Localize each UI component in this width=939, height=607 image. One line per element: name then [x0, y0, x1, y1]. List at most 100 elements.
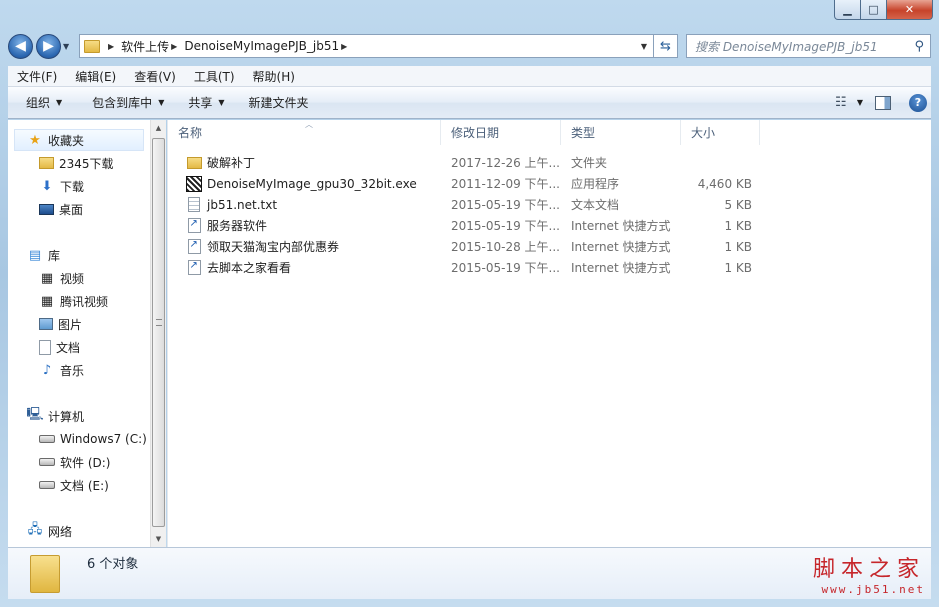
sidebar-item-libraries[interactable]: ▤ 库	[27, 244, 60, 266]
new-folder-button[interactable]: 新建文件夹	[239, 94, 319, 111]
drive-icon	[39, 458, 55, 466]
include-in-library-button[interactable]: 包含到库中 ▼	[82, 94, 174, 111]
sidebar-item-tencent-video[interactable]: ▦ 腾讯视频	[39, 290, 108, 312]
sidebar-item-favorites[interactable]: ★ 收藏夹	[14, 129, 144, 151]
file-row[interactable]: 破解补丁 2017-12-26 上午... 文件夹	[168, 152, 760, 173]
column-header-type[interactable]: 类型	[561, 120, 681, 145]
search-input[interactable]: 搜索 DenoiseMyImagePJB_jb51 ⚲	[686, 34, 931, 58]
column-header-name[interactable]: ︿ 名称	[168, 120, 441, 145]
sidebar-item-label: Windows7 (C:)	[60, 432, 147, 446]
minimize-button[interactable]: ▁	[834, 0, 861, 20]
file-row[interactable]: 去脚本之家看看 2015-05-19 下午... Internet 快捷方式 1…	[168, 257, 760, 278]
sidebar-item-label: 桌面	[59, 202, 84, 217]
sidebar-item-2345-downloads[interactable]: 2345下载	[39, 152, 114, 174]
shortcut-icon	[186, 260, 202, 276]
menu-tools[interactable]: 工具(T)	[185, 68, 244, 85]
search-icon[interactable]: ⚲	[914, 39, 924, 54]
explorer-window: ▁ □ ✕ ◀ ▶ ▼ ▶ 软件上传 ▶ DenoiseMyImagePJB_j…	[0, 0, 939, 607]
sidebar-item-label: 软件 (D:)	[60, 455, 111, 470]
column-header-date[interactable]: 修改日期	[441, 120, 561, 145]
scroll-thumb[interactable]	[152, 138, 165, 527]
view-mode-icon[interactable]: ☷	[825, 95, 857, 110]
grip-icon	[156, 319, 162, 326]
file-date: 2015-05-19 下午...	[451, 261, 560, 275]
navigation-row: ◀ ▶ ▼ ▶ 软件上传 ▶ DenoiseMyImagePJB_jb51 ▶ …	[8, 32, 931, 60]
chevron-down-icon[interactable]: ▼	[857, 98, 863, 107]
refresh-button[interactable]: ⇆	[654, 34, 678, 58]
navigation-scrollbar[interactable]: ▲ ▼	[150, 120, 166, 547]
file-type: 文本文档	[571, 198, 620, 212]
menu-file[interactable]: 文件(F)	[8, 68, 66, 85]
file-type: Internet 快捷方式	[571, 240, 671, 254]
sidebar-item-documents[interactable]: 文档	[39, 336, 80, 358]
chevron-right-icon[interactable]: ▶	[108, 42, 114, 51]
shortcut-icon	[186, 218, 202, 234]
watermark-title: 脚本之家	[812, 557, 925, 582]
star-icon: ★	[29, 132, 41, 148]
menu-edit[interactable]: 编辑(E)	[66, 68, 125, 85]
sidebar-item-pictures[interactable]: 图片	[39, 313, 82, 335]
column-headers: ︿ 名称 修改日期 类型 大小	[168, 120, 931, 145]
file-row[interactable]: jb51.net.txt 2015-05-19 下午... 文本文档 5 KB	[168, 194, 760, 215]
address-bar[interactable]: ▶ 软件上传 ▶ DenoiseMyImagePJB_jb51 ▶ ▼	[79, 34, 654, 58]
file-size: 4,460 KB	[697, 176, 752, 191]
sidebar-item-downloads[interactable]: ⬇ 下载	[39, 175, 84, 197]
share-label: 共享	[188, 96, 213, 110]
column-header-size[interactable]: 大小	[681, 120, 760, 145]
new-folder-label: 新建文件夹	[248, 96, 309, 110]
back-button[interactable]: ◀	[8, 33, 33, 59]
menu-view[interactable]: 查看(V)	[125, 68, 185, 85]
sidebar-item-label: 视频	[60, 271, 85, 286]
sidebar-item-label: 计算机	[48, 409, 85, 424]
chevron-right-icon[interactable]: ▶	[341, 42, 347, 51]
sidebar-item-label: 腾讯视频	[60, 294, 109, 309]
menu-bar: 文件(F) 编辑(E) 查看(V) 工具(T) 帮助(H)	[8, 66, 931, 87]
film-icon: ▦	[40, 270, 54, 286]
recent-pages-dropdown[interactable]: ▼	[63, 42, 75, 51]
document-icon	[39, 339, 51, 355]
preview-pane-icon[interactable]	[875, 95, 891, 110]
file-row[interactable]: 领取天猫淘宝内部优惠券 2015-10-28 上午... Internet 快捷…	[168, 236, 760, 257]
sidebar-item-label: 下载	[60, 179, 85, 194]
sidebar-item-label: 文档	[56, 340, 81, 355]
scroll-down-icon[interactable]: ▼	[151, 531, 166, 547]
sidebar-item-music[interactable]: ♪ 音乐	[39, 359, 84, 381]
chevron-down-icon: ▼	[158, 98, 165, 107]
file-date: 2015-05-19 下午...	[451, 219, 560, 233]
column-header-label: 修改日期	[451, 126, 500, 140]
item-count: 6 个对象	[87, 557, 139, 572]
forward-button[interactable]: ▶	[36, 33, 61, 59]
sidebar-item-videos[interactable]: ▦ 视频	[39, 267, 84, 289]
sidebar-item-network[interactable]: 🖧 网络	[27, 520, 72, 542]
sidebar-item-label: 网络	[48, 524, 73, 539]
sidebar-item-drive-d[interactable]: 软件 (D:)	[39, 451, 110, 473]
shortcut-icon	[186, 239, 202, 255]
organize-button[interactable]: 组织 ▼	[16, 94, 72, 111]
scroll-up-icon[interactable]: ▲	[151, 120, 166, 136]
menu-help[interactable]: 帮助(H)	[244, 68, 304, 85]
column-header-label: 大小	[691, 126, 716, 140]
share-button[interactable]: 共享 ▼	[178, 94, 234, 111]
file-date: 2011-12-09 下午...	[451, 177, 560, 191]
file-type: Internet 快捷方式	[571, 261, 671, 275]
file-row[interactable]: 服务器软件 2015-05-19 下午... Internet 快捷方式 1 K…	[168, 215, 760, 236]
sidebar-item-drive-e[interactable]: 文档 (E:)	[39, 474, 109, 496]
sidebar-item-label: 库	[48, 248, 61, 263]
picture-icon	[39, 318, 53, 330]
file-row[interactable]: DenoiseMyImage_gpu30_32bit.exe 2011-12-0…	[168, 173, 760, 194]
chevron-right-icon[interactable]: ▶	[171, 42, 177, 51]
file-name: jb51.net.txt	[207, 197, 278, 212]
address-history-dropdown[interactable]: ▼	[635, 42, 653, 51]
breadcrumb-item[interactable]: 软件上传	[121, 38, 169, 55]
sidebar-item-desktop[interactable]: 桌面	[39, 198, 83, 220]
desktop-icon	[39, 203, 54, 215]
drive-icon	[39, 481, 55, 489]
breadcrumb-item[interactable]: DenoiseMyImagePJB_jb51	[184, 39, 339, 53]
folder-icon	[30, 555, 60, 593]
close-button[interactable]: ✕	[887, 0, 933, 20]
sidebar-item-computer[interactable]: 🖳 计算机	[26, 405, 85, 427]
maximize-button[interactable]: □	[861, 0, 887, 20]
sort-ascending-icon: ︿	[305, 120, 313, 129]
help-icon[interactable]: ?	[909, 93, 927, 112]
sidebar-item-drive-c[interactable]: Windows7 (C:)	[39, 428, 147, 450]
